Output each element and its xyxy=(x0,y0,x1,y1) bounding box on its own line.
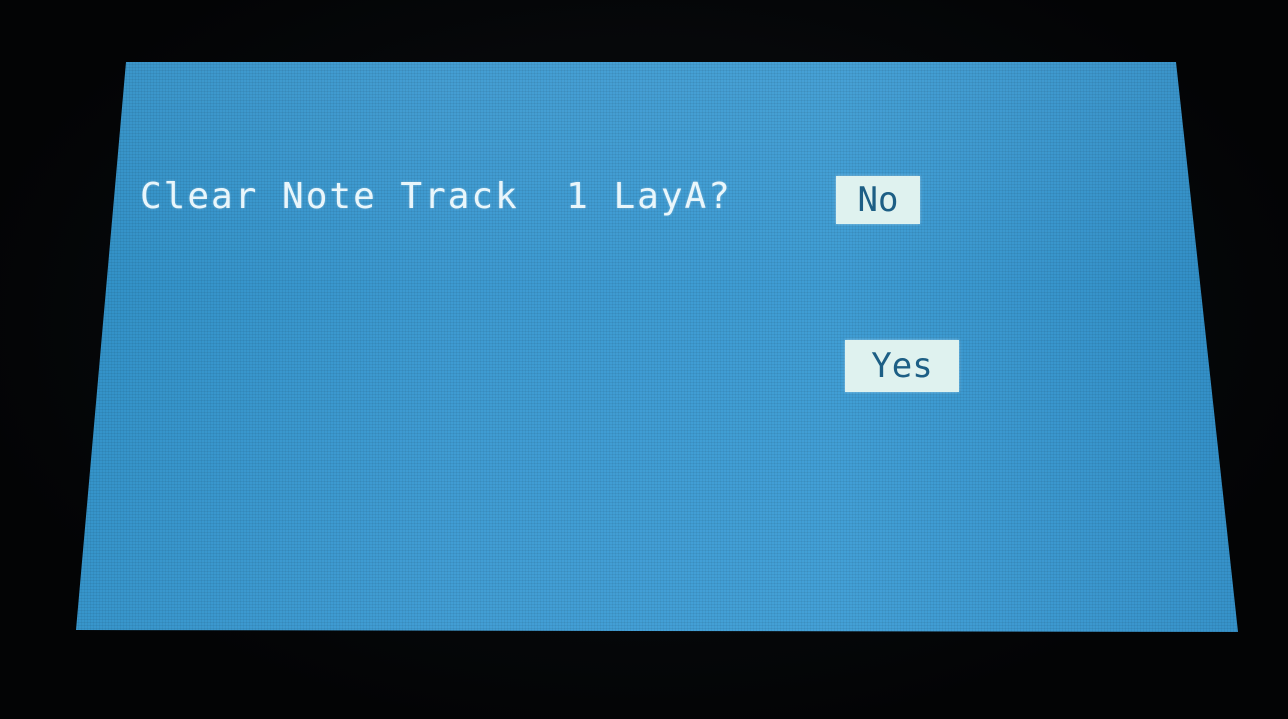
lcd-screen xyxy=(76,62,1238,632)
no-button[interactable]: No xyxy=(836,176,920,224)
clear-track-prompt: Clear Note Track 1 LayA? xyxy=(140,176,732,217)
yes-button[interactable]: Yes xyxy=(845,340,959,392)
device-bezel: Clear Note Track 1 LayA? No Yes xyxy=(0,0,1288,719)
